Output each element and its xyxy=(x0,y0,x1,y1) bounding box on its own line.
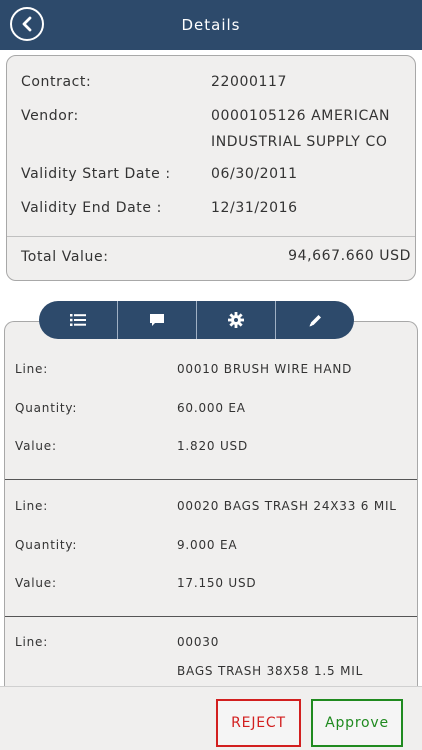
contract-value: 22000117 xyxy=(211,74,288,90)
validity-start-value: 06/30/2011 xyxy=(211,166,298,182)
quantity-label: Quantity: xyxy=(15,538,78,552)
gear-icon xyxy=(228,312,244,328)
summary-divider xyxy=(7,236,415,237)
list-icon xyxy=(70,314,86,326)
vendor-value-line2: INDUSTRIAL SUPPLY CO xyxy=(211,134,388,150)
value-value: 1.820 USD xyxy=(177,439,249,453)
total-value: 94,667.660 USD xyxy=(288,248,411,264)
validity-start-label: Validity Start Date : xyxy=(21,166,171,182)
header-bar: Details xyxy=(0,0,422,50)
contract-label: Contract: xyxy=(21,74,92,90)
value-label: Value: xyxy=(15,439,57,453)
tab-comments[interactable] xyxy=(118,301,197,339)
quantity-value: 9.000 EA xyxy=(177,538,238,552)
pencil-icon xyxy=(309,314,321,326)
action-footer: REJECT Approve xyxy=(0,686,422,750)
validity-end-value: 12/31/2016 xyxy=(211,200,298,216)
quantity-value: 60.000 EA xyxy=(177,401,246,415)
vendor-label: Vendor: xyxy=(21,108,79,124)
line-items-panel: Line: 00010 BRUSH WIRE HAND Quantity: 60… xyxy=(4,321,418,701)
page-title: Details xyxy=(181,16,241,34)
line-value: 00030 xyxy=(177,635,220,649)
list-item[interactable]: Line: 00010 BRUSH WIRE HAND Quantity: 60… xyxy=(5,322,417,478)
approve-button[interactable]: Approve xyxy=(311,699,403,747)
comment-icon xyxy=(150,313,164,326)
line-label: Line: xyxy=(15,635,49,649)
reject-button[interactable]: REJECT xyxy=(216,699,301,747)
value-label: Value: xyxy=(15,576,57,590)
line-value-description: BAGS TRASH 38X58 1.5 MIL xyxy=(177,664,364,678)
total-value-label: Total Value: xyxy=(21,249,109,265)
tab-settings[interactable] xyxy=(197,301,276,339)
validity-end-label: Validity End Date : xyxy=(21,200,162,216)
line-label: Line: xyxy=(15,499,49,513)
contract-summary-card: Contract: 22000117 Vendor: 0000105126 AM… xyxy=(6,55,416,281)
value-value: 17.150 USD xyxy=(177,576,257,590)
detail-tab-bar xyxy=(39,301,354,339)
tab-edit[interactable] xyxy=(276,301,354,339)
quantity-label: Quantity: xyxy=(15,401,78,415)
vendor-value-line1: 0000105126 AMERICAN xyxy=(211,108,391,124)
line-value: 00010 BRUSH WIRE HAND xyxy=(177,362,353,376)
list-item[interactable]: Line: 00020 BAGS TRASH 24X33 6 MIL Quant… xyxy=(5,480,417,616)
line-value: 00020 BAGS TRASH 24X33 6 MIL xyxy=(177,499,397,513)
tab-items[interactable] xyxy=(39,301,118,339)
line-label: Line: xyxy=(15,362,49,376)
